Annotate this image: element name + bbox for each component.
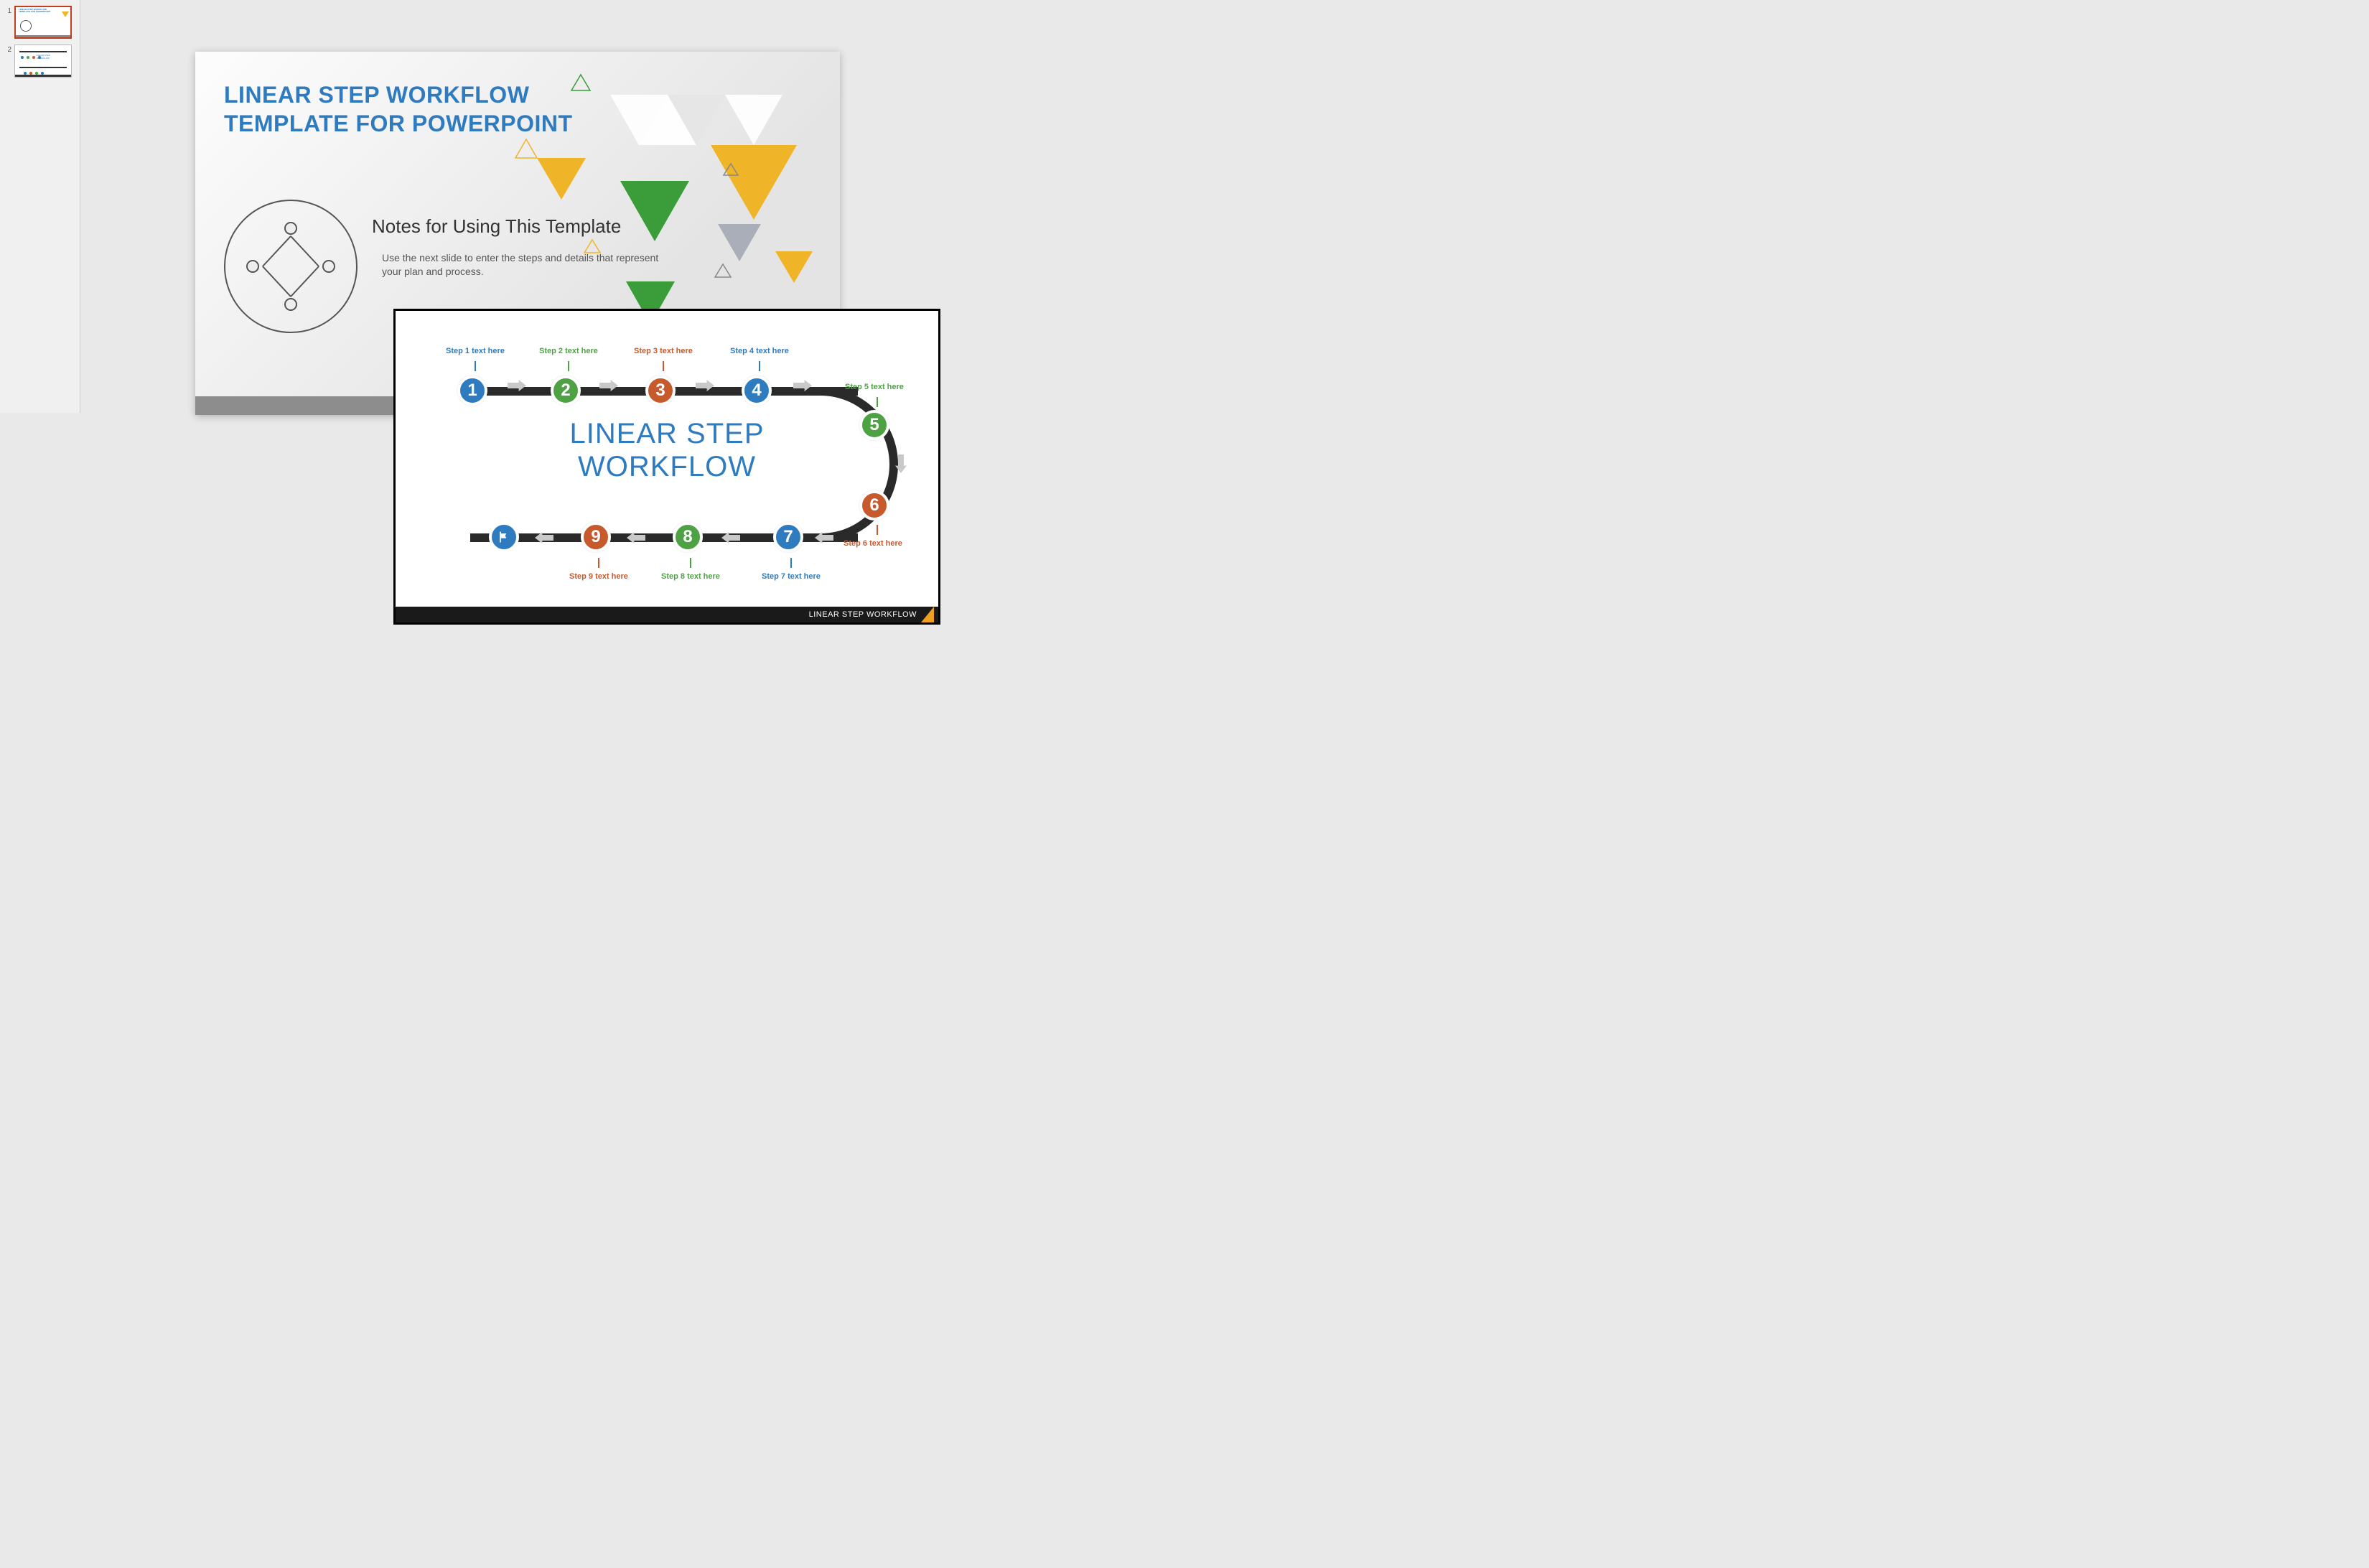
step-9-label[interactable]: Step 9 text here (569, 572, 628, 581)
slide-subtitle[interactable]: Notes for Using This Template (372, 215, 621, 238)
step-8-node[interactable]: 8 (673, 522, 703, 552)
slide2-footer: LINEAR STEP WORKFLOW (396, 607, 938, 622)
slide-body-text[interactable]: Use the next slide to enter the steps an… (382, 251, 669, 279)
thumbnail-number: 1 (1, 6, 11, 15)
step-1-label[interactable]: Step 1 text here (446, 347, 505, 355)
thumbnail-slide-2[interactable]: LINEAR STEPWORKFLOW (14, 45, 72, 78)
footer-accent-icon (921, 607, 934, 622)
step-6-node[interactable]: 6 (859, 490, 889, 521)
step-9-node[interactable]: 9 (581, 522, 611, 552)
slide-title[interactable]: LINEAR STEP WORKFLOW TEMPLATE FOR POWERP… (224, 80, 573, 138)
step-7-node[interactable]: 7 (773, 522, 803, 552)
step-3-node[interactable]: 3 (645, 375, 676, 406)
step-4-node[interactable]: 4 (742, 375, 772, 406)
circle-diagram-icon (224, 200, 358, 333)
step-6-label[interactable]: Step 6 text here (844, 539, 902, 548)
step-4-label[interactable]: Step 4 text here (730, 347, 789, 355)
thumbnail-row-1[interactable]: 1 LINEAR STEP WORKFLOWTEMPLATE FOR POWER… (1, 6, 77, 39)
slide2-title[interactable]: LINEAR STEP WORKFLOW (396, 417, 938, 483)
step-2-label[interactable]: Step 2 text here (539, 347, 598, 355)
slide-thumbnail-panel: 1 LINEAR STEP WORKFLOWTEMPLATE FOR POWER… (0, 0, 80, 413)
thumbnail-slide-1[interactable]: LINEAR STEP WORKFLOWTEMPLATE FOR POWERPO… (14, 6, 72, 39)
step-2-node[interactable]: 2 (551, 375, 581, 406)
step-7-label[interactable]: Step 7 text here (762, 572, 821, 581)
thumbnail-row-2[interactable]: 2 LINEAR STEPWORKFLOW (1, 45, 77, 78)
step-8-label[interactable]: Step 8 text here (661, 572, 720, 581)
step-3-label[interactable]: Step 3 text here (634, 347, 693, 355)
thumbnail-number: 2 (1, 45, 11, 54)
slide2-footer-text: LINEAR STEP WORKFLOW (809, 610, 917, 619)
finish-flag-node[interactable] (489, 522, 519, 552)
flag-icon (497, 530, 511, 544)
slide-canvas-2-preview[interactable]: 1 2 3 4 5 6 7 8 9 Step 1 text here Step … (393, 309, 940, 625)
step-5-label[interactable]: Step 5 text here (845, 383, 904, 391)
step-1-node[interactable]: 1 (457, 375, 487, 406)
